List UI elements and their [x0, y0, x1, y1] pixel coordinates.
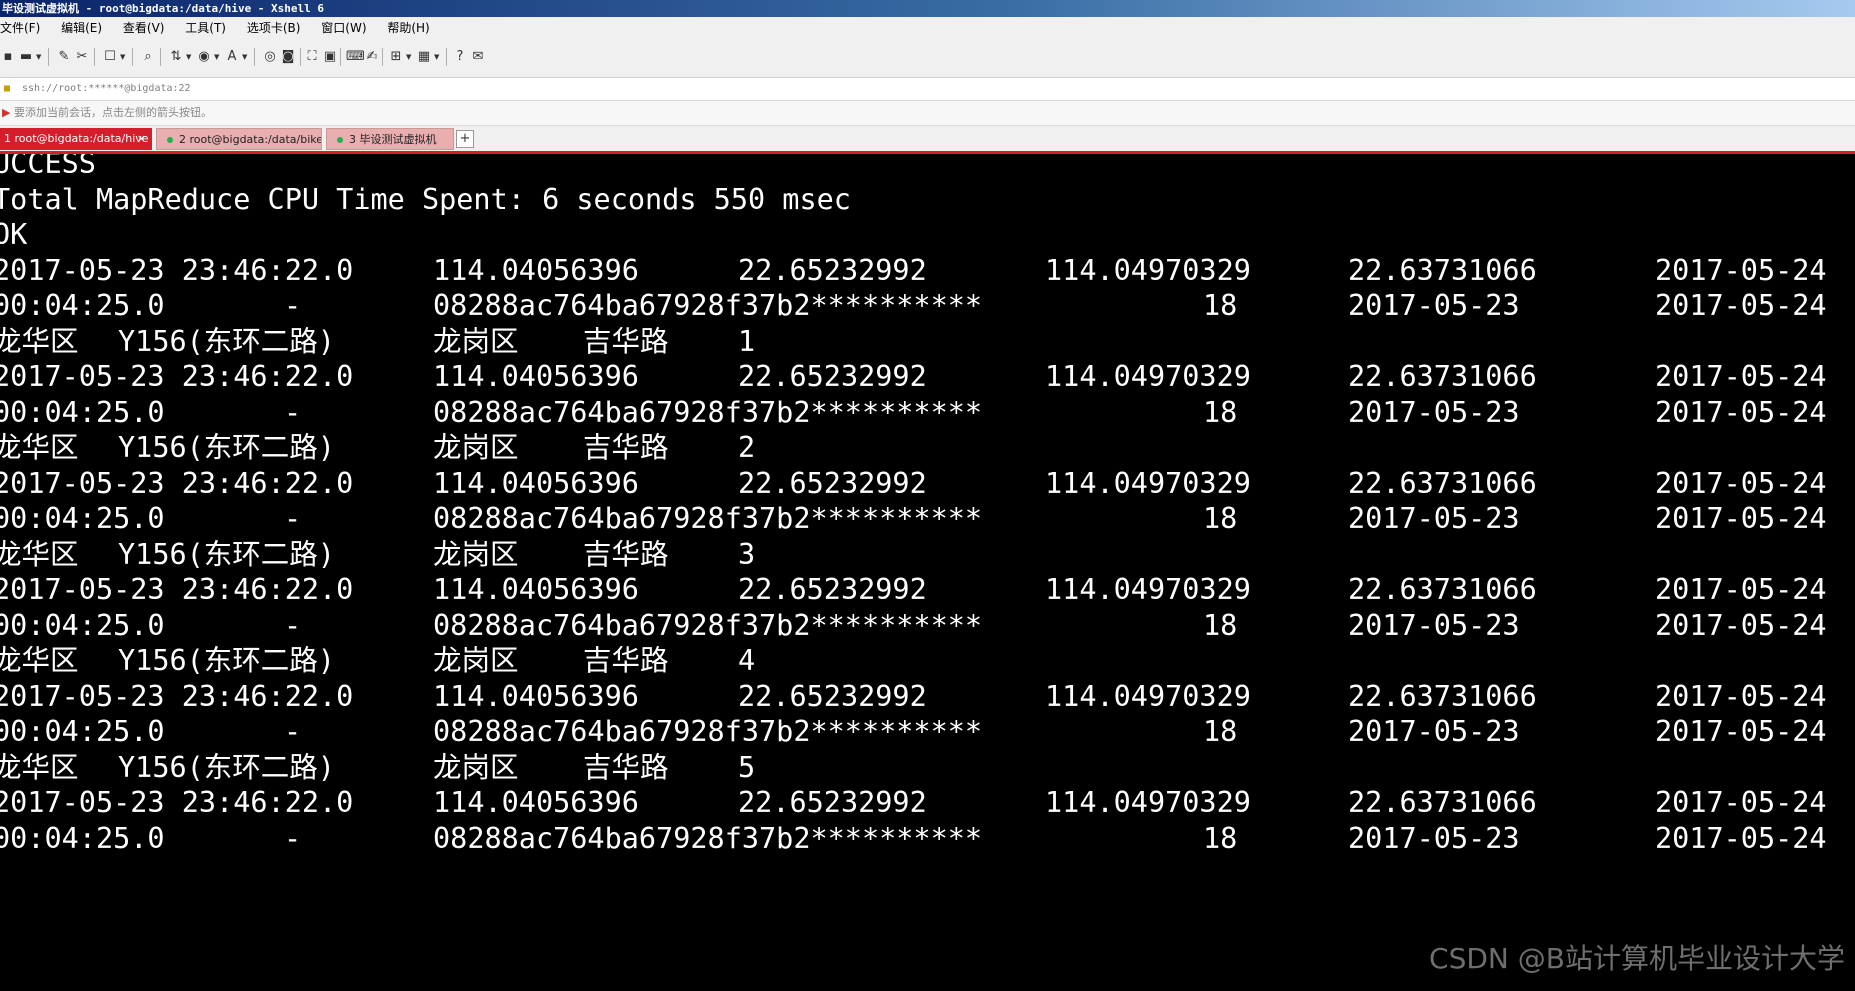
- lock-icon[interactable]: ▣: [322, 49, 338, 65]
- chevron-down-icon[interactable]: ▼: [434, 53, 439, 61]
- add-tab-button[interactable]: +: [456, 130, 474, 148]
- address-text: ssh://root:******@bigdata:22: [22, 83, 191, 94]
- chevron-down-icon[interactable]: ▼: [214, 53, 219, 61]
- result-cell: 2017-05-24: [1655, 821, 1827, 855]
- result-cell: 08288ac764ba67928f37b2**********: [433, 821, 983, 855]
- transfer-icon[interactable]: ⇅: [168, 49, 184, 65]
- tab-label: 2 root@bigdata:/data/bike: [179, 133, 322, 146]
- address-bar[interactable]: ■ ssh://root:******@bigdata:22: [0, 78, 1855, 101]
- menu-tabs[interactable]: 选项卡(B): [247, 17, 301, 39]
- tab-label: 3 毕设测试虚拟机: [349, 133, 437, 146]
- chevron-down-icon[interactable]: ▼: [120, 53, 125, 61]
- toolbar-divider: [254, 48, 255, 66]
- chevron-down-icon[interactable]: ▼: [186, 53, 191, 61]
- toolbar-divider: [160, 48, 161, 66]
- lock-icon: ■: [4, 83, 11, 94]
- connected-status-icon: [337, 136, 343, 143]
- result-cell: 18: [1203, 821, 1238, 855]
- tab-session-3[interactable]: 3 毕设测试虚拟机: [326, 128, 454, 150]
- menu-edit[interactable]: 编辑(E): [61, 17, 102, 39]
- record-icon[interactable]: ◙: [280, 49, 296, 65]
- toolbar-divider: [300, 48, 301, 66]
- menu-window[interactable]: 窗口(W): [321, 17, 366, 39]
- window-title: 毕设测试虚拟机 - root@bigdata:/data/hive - Xshe…: [2, 2, 325, 15]
- toolbar-divider: [132, 48, 133, 66]
- add-session-arrow-icon[interactable]: ▶: [2, 101, 10, 125]
- terminal-line: 00:04:25.0 - 08288ac764ba67928f37b2*******…: [0, 818, 1855, 860]
- chevron-down-icon[interactable]: ▼: [242, 53, 247, 61]
- chat-icon[interactable]: ✉: [470, 49, 486, 65]
- search-icon[interactable]: ⌕: [140, 49, 156, 65]
- toolbar-divider: [382, 48, 383, 66]
- disconnect-icon[interactable]: ✂: [74, 49, 90, 65]
- chevron-down-icon[interactable]: ▼: [36, 53, 41, 61]
- toolbar-divider: [94, 48, 95, 66]
- tab-bar: 1 root@bigdata:/data/hive × 2 root@bigda…: [0, 126, 1855, 154]
- toolbar-divider: [48, 48, 49, 66]
- toolbar: ▪ ▬ ▼ ✎ ✂ ☐ ▼ ⌕ ⇅ ▼ ◉ ▼ A ▼ ◎ ◙ ⛶ ▣ ⌨ ✍ …: [0, 39, 1855, 78]
- compose-icon[interactable]: ✍: [364, 49, 380, 65]
- watermark: CSDN @B站计算机毕业设计大学: [1429, 942, 1845, 975]
- font-icon[interactable]: A: [224, 49, 240, 65]
- result-cell: -: [284, 821, 302, 855]
- layout-icon[interactable]: ▦: [416, 49, 432, 65]
- menu-help[interactable]: 帮助(H): [387, 17, 429, 39]
- session-hint-bar: ▶ 要添加当前会话，点击左侧的箭头按钮。: [0, 101, 1855, 126]
- session-hint-text: 要添加当前会话，点击左侧的箭头按钮。: [14, 106, 212, 119]
- result-cell: 00:04:25.0: [0, 821, 165, 855]
- chevron-down-icon[interactable]: ▼: [406, 53, 411, 61]
- globe-icon[interactable]: ◉: [196, 49, 212, 65]
- xftp-icon[interactable]: ◎: [262, 49, 278, 65]
- fullscreen-icon[interactable]: ⛶: [304, 49, 320, 65]
- tab-label: 1 root@bigdata:/data/hive: [4, 132, 149, 145]
- help-icon[interactable]: ?: [452, 49, 468, 65]
- connect-icon[interactable]: ✎: [56, 49, 72, 65]
- menu-file[interactable]: 文件(F): [0, 17, 40, 39]
- open-folder-icon[interactable]: ▬: [18, 49, 34, 65]
- terminal-output[interactable]: UCCESS Total MapReduce CPU Time Spent: 6 …: [0, 154, 1855, 991]
- toolbar-divider: [340, 48, 341, 66]
- connected-status-icon: [167, 136, 173, 143]
- keyboard-icon[interactable]: ⌨: [346, 49, 365, 65]
- result-cell: 2017-05-23: [1348, 821, 1520, 855]
- tab-session-1[interactable]: 1 root@bigdata:/data/hive ×: [0, 128, 152, 150]
- new-session-icon[interactable]: ▪: [0, 49, 16, 65]
- properties-icon[interactable]: ☐: [102, 49, 118, 65]
- menu-tools[interactable]: 工具(T): [185, 17, 226, 39]
- close-icon[interactable]: ×: [137, 128, 146, 150]
- menu-view[interactable]: 查看(V): [123, 17, 165, 39]
- menu-bar: 文件(F) 编辑(E) 查看(V) 工具(T) 选项卡(B) 窗口(W) 帮助(…: [0, 17, 1855, 39]
- new-tab-icon[interactable]: ⊞: [388, 49, 404, 65]
- tab-session-2[interactable]: 2 root@bigdata:/data/bike: [156, 128, 322, 150]
- toolbar-divider: [446, 48, 447, 66]
- window-title-bar: 毕设测试虚拟机 - root@bigdata:/data/hive - Xshe…: [0, 0, 1855, 17]
